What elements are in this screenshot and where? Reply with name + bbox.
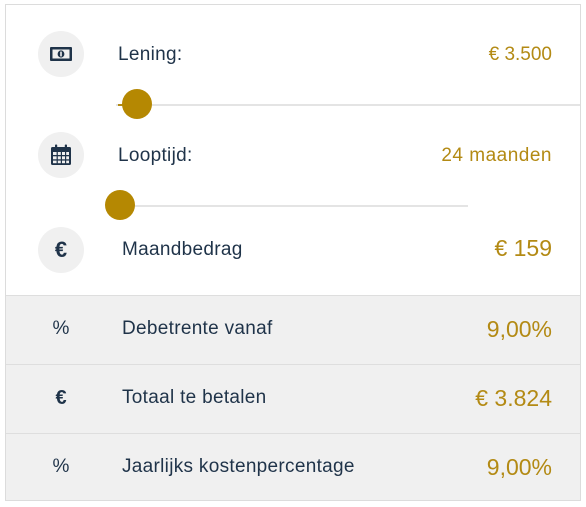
loan-term-value: 24 maanden bbox=[441, 145, 552, 166]
loan-amount-value: € 3.500 bbox=[488, 44, 552, 65]
banknote-icon bbox=[38, 31, 84, 77]
total-payable-row: € Totaal te betalen € 3.824 bbox=[6, 365, 580, 433]
euro-icon: € bbox=[38, 227, 84, 273]
interest-rate-label: Debetrente vanaf bbox=[122, 318, 273, 339]
loan-amount-label: Lening: bbox=[118, 44, 183, 65]
monthly-payment-row: € Maandbedrag € 159 bbox=[6, 206, 580, 295]
loan-calculator-card: Lening: € 3.500 Looptijd: 24 maanden € M… bbox=[5, 4, 581, 501]
interest-rate-value: 9,00% bbox=[486, 316, 552, 342]
apr-row: % Jaarlijks kostenpercentage 9,00% bbox=[6, 434, 580, 500]
percent-icon: % bbox=[52, 456, 70, 477]
monthly-payment-value: € 159 bbox=[494, 235, 552, 261]
loan-term-label: Looptijd: bbox=[118, 145, 193, 166]
monthly-payment-label: Maandbedrag bbox=[122, 239, 243, 260]
total-payable-value: € 3.824 bbox=[475, 385, 552, 411]
apr-label: Jaarlijks kostenpercentage bbox=[122, 456, 355, 477]
loan-term-row: Looptijd: 24 maanden bbox=[6, 105, 580, 220]
calendar-icon bbox=[38, 132, 84, 178]
euro-icon: € bbox=[55, 387, 67, 409]
total-payable-label: Totaal te betalen bbox=[122, 387, 267, 408]
interest-rate-row: % Debetrente vanaf 9,00% bbox=[6, 296, 580, 364]
apr-value: 9,00% bbox=[486, 454, 552, 480]
loan-amount-row: Lening: € 3.500 bbox=[6, 5, 580, 119]
percent-icon: % bbox=[52, 318, 70, 339]
